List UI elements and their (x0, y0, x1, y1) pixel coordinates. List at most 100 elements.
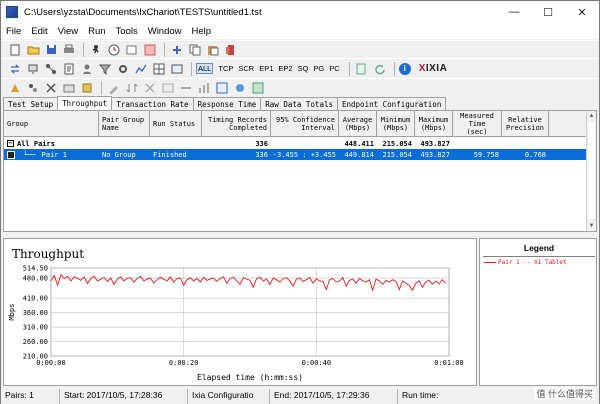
filter-ep2[interactable]: EP2 (278, 64, 292, 73)
col-maximum[interactable]: Maximum (Mbps) (415, 111, 453, 136)
pair-icon[interactable] (25, 80, 41, 95)
print-icon[interactable] (61, 42, 77, 57)
stop-icon[interactable] (142, 42, 158, 57)
close-button[interactable]: ✕ (565, 1, 599, 23)
tab-transaction-rate[interactable]: Transaction Rate (111, 97, 194, 110)
filter-pc[interactable]: PC (329, 64, 339, 73)
col-confidence-interval[interactable]: 95% Confidence Interval (271, 111, 339, 136)
chart-export-icon[interactable] (250, 80, 266, 95)
new-file-icon[interactable] (7, 42, 23, 57)
menu-help[interactable]: Help (187, 26, 217, 37)
multicast-icon[interactable] (43, 80, 59, 95)
maximize-button[interactable]: ☐ (531, 1, 565, 23)
info-icon[interactable]: i (398, 62, 411, 75)
open-folder-icon[interactable] (25, 42, 41, 57)
status-end: End: 2017/10/5, 17:29:36 (269, 389, 397, 404)
chart-config-icon[interactable] (214, 80, 230, 95)
grid-vertical-scrollbar[interactable]: ▲ ▼ (586, 111, 596, 231)
results-grid: Group Pair Group Name Run Status Timing … (3, 110, 597, 232)
menu-window[interactable]: Window (143, 26, 187, 37)
main-toolbar (1, 40, 599, 58)
legend-divider (483, 256, 595, 257)
watermark: 值 什么值得买 (534, 387, 595, 400)
filter-sq[interactable]: SQ (298, 64, 309, 73)
tab-endpoint-configuration[interactable]: Endpoint Configuration (337, 97, 447, 110)
filter-all[interactable]: ALL (196, 63, 214, 74)
sort-icon[interactable] (124, 80, 140, 95)
scroll-down-icon[interactable]: ▼ (587, 221, 596, 231)
minimize-button[interactable]: — (497, 1, 531, 23)
menu-file[interactable]: File (1, 26, 26, 37)
col-group[interactable]: Group (4, 111, 99, 136)
menu-view[interactable]: View (53, 26, 83, 37)
graph-icon[interactable] (133, 61, 149, 76)
col-pair-group-name[interactable]: Pair Group Name (99, 111, 150, 136)
cell-confidence: -3.455 : +3.455 (272, 150, 336, 159)
filter-ep1[interactable]: EP1 (259, 64, 273, 73)
connect-icon[interactable] (178, 80, 194, 95)
cross-icon[interactable] (142, 80, 158, 95)
tab-raw-data-totals[interactable]: Raw Data Totals (260, 97, 338, 110)
paste-icon[interactable] (205, 42, 221, 57)
export-icon[interactable] (354, 61, 370, 76)
run-test-icon[interactable] (7, 80, 23, 95)
clock-icon[interactable] (106, 42, 122, 57)
script-icon[interactable] (61, 61, 77, 76)
menu-tools[interactable]: Tools (111, 26, 143, 37)
menu-run[interactable]: Run (83, 26, 110, 37)
chart-type-icon[interactable] (232, 80, 248, 95)
scroll-thumb[interactable] (588, 123, 595, 219)
legend-entry-pair-1[interactable]: Pair 1 -- X1 Tablet (484, 259, 567, 266)
edit-pair-icon[interactable] (106, 80, 122, 95)
cell-average: 448.411 (344, 139, 374, 148)
save-icon[interactable] (43, 42, 59, 57)
scroll-up-icon[interactable]: ▲ (587, 111, 596, 121)
filter-tcp[interactable]: TCP (218, 64, 233, 73)
grid-icon[interactable] (151, 61, 167, 76)
table-row-all-pairs[interactable]: − All Pairs 336 448.411 215.054 493.827 (4, 138, 587, 149)
group-icon[interactable] (61, 80, 77, 95)
collapse-icon[interactable]: − (7, 140, 14, 147)
col-timing-records[interactable]: Timing Records Completed (202, 111, 271, 136)
run-icon[interactable] (88, 42, 104, 57)
table-row-pair-1[interactable]: └── Pair 1 No Group Finished 336 -3.455 :… (4, 149, 587, 160)
swap-icon[interactable] (7, 61, 23, 76)
status-bar: Pairs: 1 Start: 2017/10/5, 17:28:36 Ixia… (1, 389, 599, 404)
col-minimum[interactable]: Minimum (Mbps) (377, 111, 415, 136)
chart-title: Throughput (12, 247, 85, 261)
users-icon[interactable] (79, 61, 95, 76)
refresh-icon[interactable] (372, 61, 388, 76)
network-icon[interactable] (43, 61, 59, 76)
x-tick-label: 0:01:00 (434, 359, 464, 367)
filter-pg[interactable]: PG (313, 64, 324, 73)
col-measured-time[interactable]: Measured Time (sec) (453, 111, 502, 136)
menu-edit[interactable]: Edit (26, 26, 52, 37)
cell-timing-records: 336 (255, 150, 268, 159)
result-tabs: Test Setup Throughput Transaction Rate R… (3, 96, 447, 111)
tab-test-setup[interactable]: Test Setup (3, 97, 59, 110)
filter-scr[interactable]: SCR (238, 64, 254, 73)
col-relative-precision[interactable]: Relative Precision (502, 111, 549, 136)
endpoint-icon[interactable] (25, 61, 41, 76)
menu-bar: File Edit View Run Tools Window Help (1, 23, 599, 39)
add-pair-icon[interactable] (169, 42, 185, 57)
cell-pair-group-name: No Group (102, 150, 136, 159)
delete-icon[interactable] (223, 42, 239, 57)
y-tick-label: 260.00 (23, 338, 48, 346)
tab-throughput[interactable]: Throughput (57, 96, 113, 110)
col-average[interactable]: Average (Mbps) (339, 111, 377, 136)
cell-average: 449.814 (344, 150, 374, 159)
x-axis-label: Elapsed time (h:mm:ss) (197, 373, 303, 382)
cell-relative-precision (502, 138, 549, 149)
pair-list-icon[interactable] (160, 80, 176, 95)
filter-icon[interactable] (97, 61, 113, 76)
bar-chart-icon[interactable] (196, 80, 212, 95)
col-run-status[interactable]: Run Status (150, 111, 202, 136)
y-tick-label: 360.00 (23, 309, 48, 317)
hardware-icon[interactable] (79, 80, 95, 95)
edit-icon[interactable] (124, 42, 140, 57)
settings-icon[interactable] (115, 61, 131, 76)
tab-response-time[interactable]: Response Time (192, 97, 262, 110)
copy-icon[interactable] (187, 42, 203, 57)
table-icon[interactable] (169, 61, 185, 76)
